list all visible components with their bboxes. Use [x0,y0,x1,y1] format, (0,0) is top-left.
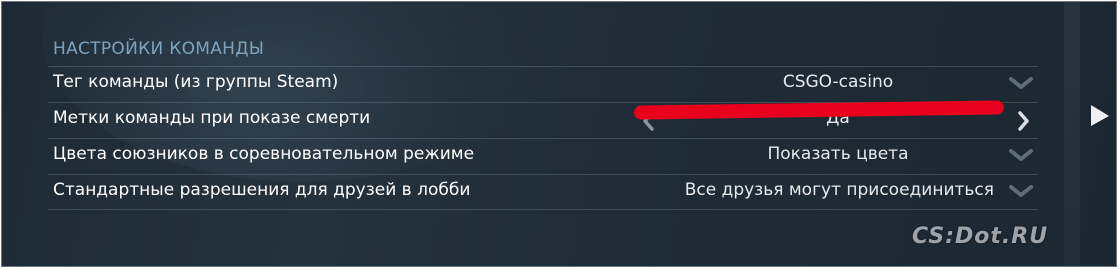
setting-row-teammate-colors[interactable]: Цвета союзников в соревновательном режим… [48,138,1038,173]
setting-value[interactable]: CSGO-casino [628,72,1048,92]
watermark-logo: CS:Dot.RU [912,224,1049,249]
chevron-right-icon[interactable] [1016,110,1032,132]
chevron-down-icon[interactable] [1008,181,1034,201]
setting-row-lobby-permissions[interactable]: Стандартные разрешения для друзей в лобб… [48,174,1038,210]
scrollbar-track[interactable] [1064,2,1080,266]
section-title: НАСТРОЙКИ КОМАНДЫ [53,39,265,59]
settings-panel: НАСТРОЙКИ КОМАНДЫ Тег команды (из группы… [1,1,1117,267]
setting-row-team-tag[interactable]: Тег команды (из группы Steam) CSGO-casin… [48,66,1038,101]
setting-label: Стандартные разрешения для друзей в лобб… [53,180,471,200]
chevron-down-icon[interactable] [1008,73,1034,93]
chevron-down-icon[interactable] [1008,145,1034,165]
setting-label: Цвета союзников в соревновательном режим… [53,144,475,164]
setting-value[interactable]: Все друзья могут присоединиться [634,180,994,200]
play-arrow-icon [1088,102,1112,128]
setting-value[interactable]: Показать цвета [628,144,1048,164]
setting-label: Тег команды (из группы Steam) [53,72,339,92]
setting-label: Метки команды при показе смерти [53,108,371,128]
